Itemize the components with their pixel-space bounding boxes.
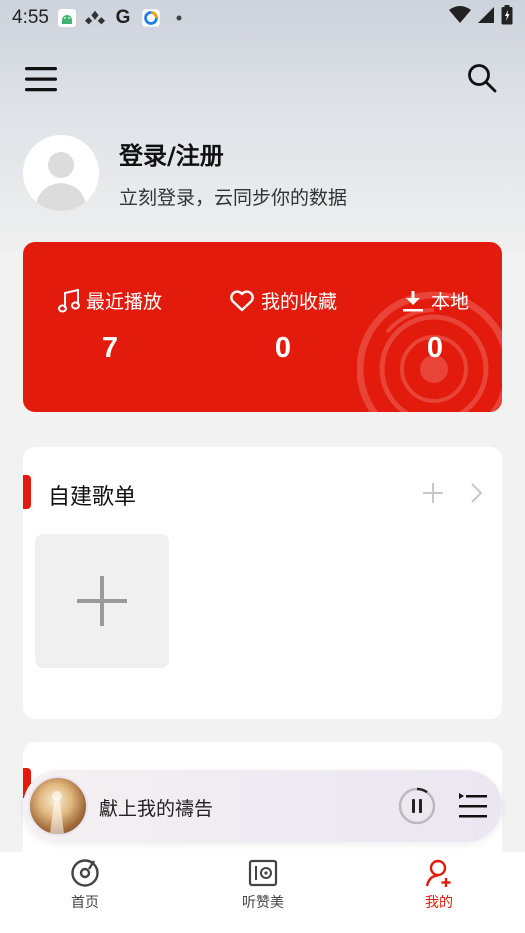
search-icon [468, 64, 497, 93]
nav-label: 听赞美 [242, 895, 284, 911]
stat-recent-plays[interactable]: 最近播放 7 [35, 287, 185, 365]
mini-player[interactable]: 獻上我的禱告 [23, 770, 502, 842]
nav-label: 首页 [71, 895, 99, 911]
nav-mine[interactable]: 我的 [394, 858, 484, 912]
stat-label: 最近播放 [85, 291, 162, 313]
nav-label: 我的 [425, 895, 453, 911]
plus-icon [77, 576, 127, 626]
stat-label: 我的收藏 [260, 291, 337, 313]
status-bar: 4:55 G [0, 0, 525, 36]
nav-home[interactable]: 首页 [40, 858, 130, 912]
library-stats-card: 最近播放 7 我的收藏 0 本地 0 [23, 242, 502, 412]
browser-icon [141, 8, 161, 28]
status-time: 4:55 [12, 7, 49, 28]
stat-value: 7 [101, 332, 119, 364]
bottom-navigation: 首页 听赞美 我的 [0, 852, 525, 933]
section-title: 自建歌单 [48, 485, 137, 510]
chevron-right-icon [471, 483, 483, 503]
diamond-app-icon [84, 8, 105, 28]
login-profile[interactable]: 登录/注册 立刻登录，云同步你的数据 [23, 135, 347, 211]
google-icon: G [115, 7, 131, 28]
plus-icon [423, 483, 443, 503]
playlist-queue-icon [459, 793, 487, 818]
disc-icon [71, 859, 99, 887]
stat-label: 本地 [430, 291, 469, 313]
player-icon [248, 859, 278, 887]
signal-icon [477, 6, 495, 30]
android-robot-icon [57, 8, 77, 28]
default-user-avatar-icon[interactable] [23, 135, 99, 211]
search-button[interactable] [464, 60, 500, 96]
user-add-icon [425, 859, 451, 887]
header-background [0, 0, 525, 250]
pause-button[interactable] [397, 786, 437, 826]
album-cover[interactable] [28, 776, 88, 836]
dot-icon [169, 8, 189, 28]
add-playlist-button[interactable] [419, 479, 447, 507]
menu-button[interactable] [22, 60, 60, 98]
stat-local[interactable]: 本地 0 [360, 287, 502, 365]
now-playing-title: 獻上我的禱告 [99, 798, 214, 820]
battery-icon [501, 5, 513, 31]
login-subtitle: 立刻登录，云同步你的数据 [119, 187, 348, 209]
stat-value: 0 [274, 332, 292, 364]
heart-icon [230, 289, 254, 311]
more-playlists-button[interactable] [466, 481, 486, 505]
stat-favorites[interactable]: 我的收藏 0 [208, 287, 358, 365]
stat-value: 0 [426, 332, 444, 364]
login-register-title[interactable]: 登录/注册 [119, 136, 347, 171]
music-note-icon [57, 288, 80, 312]
create-playlist-tile[interactable] [35, 534, 169, 668]
wifi-icon [449, 6, 471, 30]
my-playlists-card: 自建歌单 [23, 447, 502, 719]
section-accent-bar [23, 475, 31, 509]
pause-icon [398, 787, 436, 825]
playlist-queue-button[interactable] [455, 790, 489, 822]
download-icon [402, 290, 423, 311]
nav-praise[interactable]: 听赞美 [218, 858, 308, 912]
hamburger-menu-icon [25, 67, 57, 92]
